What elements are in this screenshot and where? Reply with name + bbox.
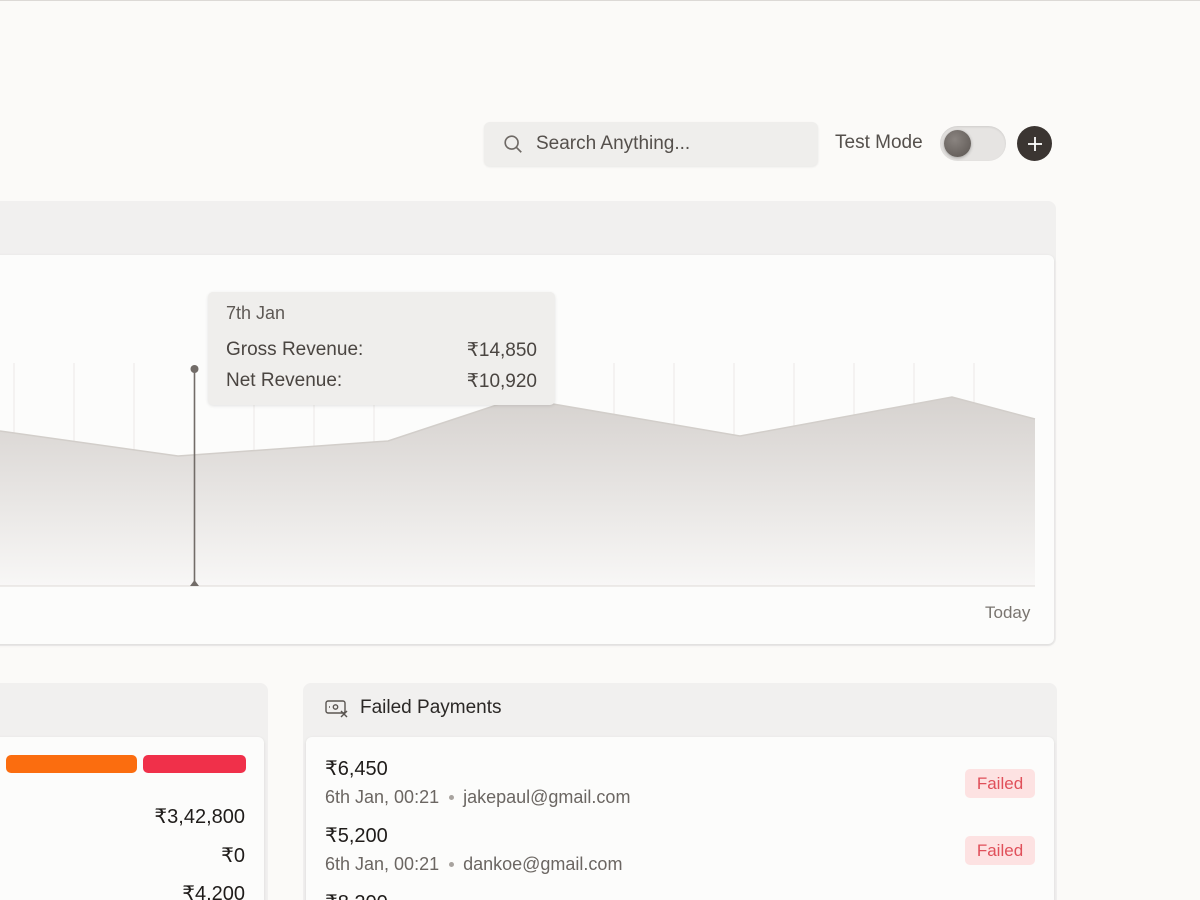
payment-email: dankoe@gmail.com xyxy=(463,854,623,874)
failed-payments-title: Failed Payments xyxy=(360,697,502,718)
failed-payments-list xyxy=(306,737,1054,900)
summary-value: ₹4,200 xyxy=(182,883,245,900)
status-badge: Failed xyxy=(965,769,1035,798)
separator-dot xyxy=(449,795,455,800)
payment-email: jakepaul@gmail.com xyxy=(463,787,631,807)
test-mode-toggle[interactable] xyxy=(940,126,1006,161)
summary-value: ₹0 xyxy=(221,845,245,867)
status-badge: Failed xyxy=(965,836,1035,865)
payment-date: 6th Jan, 00:21 xyxy=(325,854,440,874)
search-input[interactable] xyxy=(536,133,796,155)
net-revenue-label: Net Revenue: xyxy=(226,370,343,391)
gross-revenue-value: ₹14,850 xyxy=(466,340,537,361)
payment-amount[interactable]: ₹6,450 xyxy=(325,756,388,781)
summary-value: ₹3,42,800 xyxy=(154,806,245,828)
tooltip-net-row: Net Revenue: ₹10,920 xyxy=(226,370,537,393)
summary-bar-orange xyxy=(6,755,137,773)
payment-meta: 6th Jan, 00:21 dankoe@gmail.com xyxy=(325,854,622,875)
chart-tooltip: 7th Jan Gross Revenue: ₹14,850 Net Reven… xyxy=(208,292,555,405)
separator-dot xyxy=(449,862,455,867)
toggle-knob xyxy=(944,130,971,157)
summary-bar-red xyxy=(143,755,246,773)
add-button[interactable] xyxy=(1017,126,1052,161)
payment-amount[interactable]: ₹8,200 xyxy=(325,890,388,900)
x-axis-end-label: Today xyxy=(985,603,1031,622)
payment-amount[interactable]: ₹5,200 xyxy=(325,823,388,848)
tooltip-date: 7th Jan xyxy=(226,303,286,323)
payment-meta: 6th Jan, 00:21 jakepaul@gmail.com xyxy=(325,787,630,808)
top-border xyxy=(0,0,1200,1)
revenue-area xyxy=(0,397,1035,586)
search-icon xyxy=(504,135,522,153)
failed-payment-icon xyxy=(325,700,348,718)
net-revenue-value: ₹10,920 xyxy=(466,371,537,392)
search-bar[interactable] xyxy=(484,122,818,166)
test-mode-label: Test Mode xyxy=(835,132,923,153)
payment-date: 6th Jan, 00:21 xyxy=(325,787,440,807)
tooltip-gross-row: Gross Revenue: ₹14,850 xyxy=(226,339,537,362)
gross-revenue-label: Gross Revenue: xyxy=(226,339,364,360)
plus-icon xyxy=(1027,136,1042,151)
